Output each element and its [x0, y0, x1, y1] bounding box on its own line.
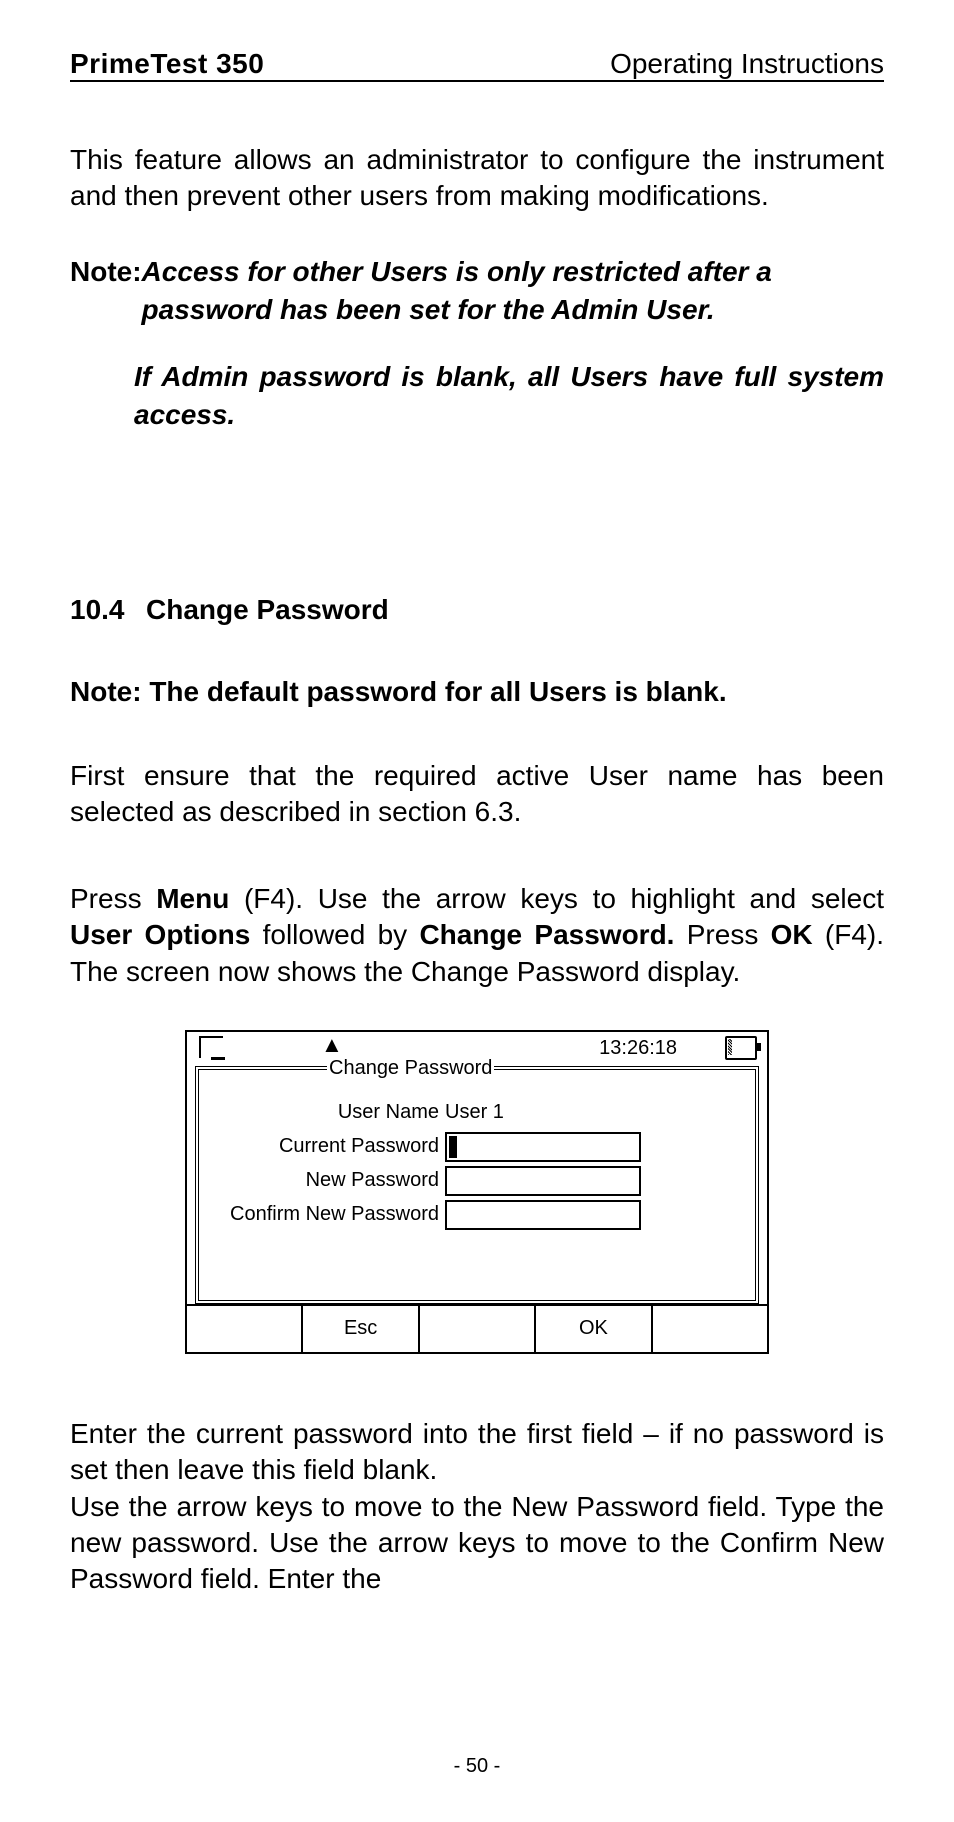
softkey-row: Esc OK: [187, 1304, 767, 1352]
p2-h: OK: [771, 919, 813, 950]
row-confirm: Confirm New Password: [199, 1198, 755, 1232]
label-confirm-password: Confirm New Password: [199, 1203, 445, 1226]
page: PrimeTest 350 Operating Instructions Thi…: [0, 0, 954, 1598]
p2-d: User Options: [70, 919, 250, 950]
mains-icon: [199, 1036, 223, 1063]
section-number: 10.4: [70, 594, 146, 626]
softkey-f1[interactable]: [187, 1306, 303, 1352]
page-header: PrimeTest 350 Operating Instructions: [70, 48, 884, 82]
paragraph-2: Press Menu (F4). Use the arrow keys to h…: [70, 881, 884, 990]
input-new-password[interactable]: [445, 1166, 641, 1196]
p2-b: Menu: [156, 883, 229, 914]
softkey-ok[interactable]: OK: [536, 1306, 652, 1352]
header-title-left: PrimeTest 350: [70, 48, 264, 80]
page-number: - 50 -: [0, 1755, 954, 1778]
row-username: User Name User 1: [199, 1096, 755, 1130]
bold-note: Note: The default password for all Users…: [70, 676, 884, 708]
p2-c: (F4). Use the arrow keys to highlight an…: [229, 883, 884, 914]
input-current-password[interactable]: [445, 1132, 641, 1162]
softkey-esc[interactable]: Esc: [303, 1306, 419, 1352]
label-username: User Name: [199, 1101, 445, 1124]
softkey-f3[interactable]: [420, 1306, 536, 1352]
lcd-title: Change Password: [327, 1057, 494, 1080]
row-new: New Password: [199, 1164, 755, 1198]
header-title-right: Operating Instructions: [610, 48, 884, 80]
label-current-password: Current Password: [199, 1135, 445, 1158]
paragraph-1: First ensure that the required active Us…: [70, 758, 884, 831]
intro-text: This feature allows an administrator to …: [70, 142, 884, 215]
lcd-body: Change Password User Name User 1 Current…: [195, 1066, 759, 1304]
note-line1: Access for other Users is only restricte…: [142, 253, 884, 329]
row-current: Current Password: [199, 1130, 755, 1164]
section-heading: 10.4Change Password: [70, 594, 884, 626]
softkey-f5[interactable]: [653, 1306, 767, 1352]
p2-a: Press: [70, 883, 156, 914]
battery-icon: [725, 1036, 757, 1060]
after-text: Enter the current password into the firs…: [70, 1416, 884, 1598]
label-new-password: New Password: [199, 1169, 445, 1192]
lcd-screenshot: ▲ 13:26:18 Change Password User Name Use…: [185, 1030, 769, 1354]
status-time: 13:26:18: [599, 1037, 677, 1060]
p2-f: Change Password.: [419, 919, 674, 950]
p2-g: Press: [674, 919, 770, 950]
input-confirm-password[interactable]: [445, 1200, 641, 1230]
section-title: Change Password: [146, 594, 389, 625]
note-line2: If Admin password is blank, all Users ha…: [134, 358, 884, 434]
up-icon: ▲: [321, 1034, 343, 1057]
p2-e: followed by: [250, 919, 419, 950]
note-label: Note:: [70, 256, 142, 287]
value-username: User 1: [445, 1101, 504, 1124]
note-block: Note: Access for other Users is only res…: [70, 253, 884, 434]
